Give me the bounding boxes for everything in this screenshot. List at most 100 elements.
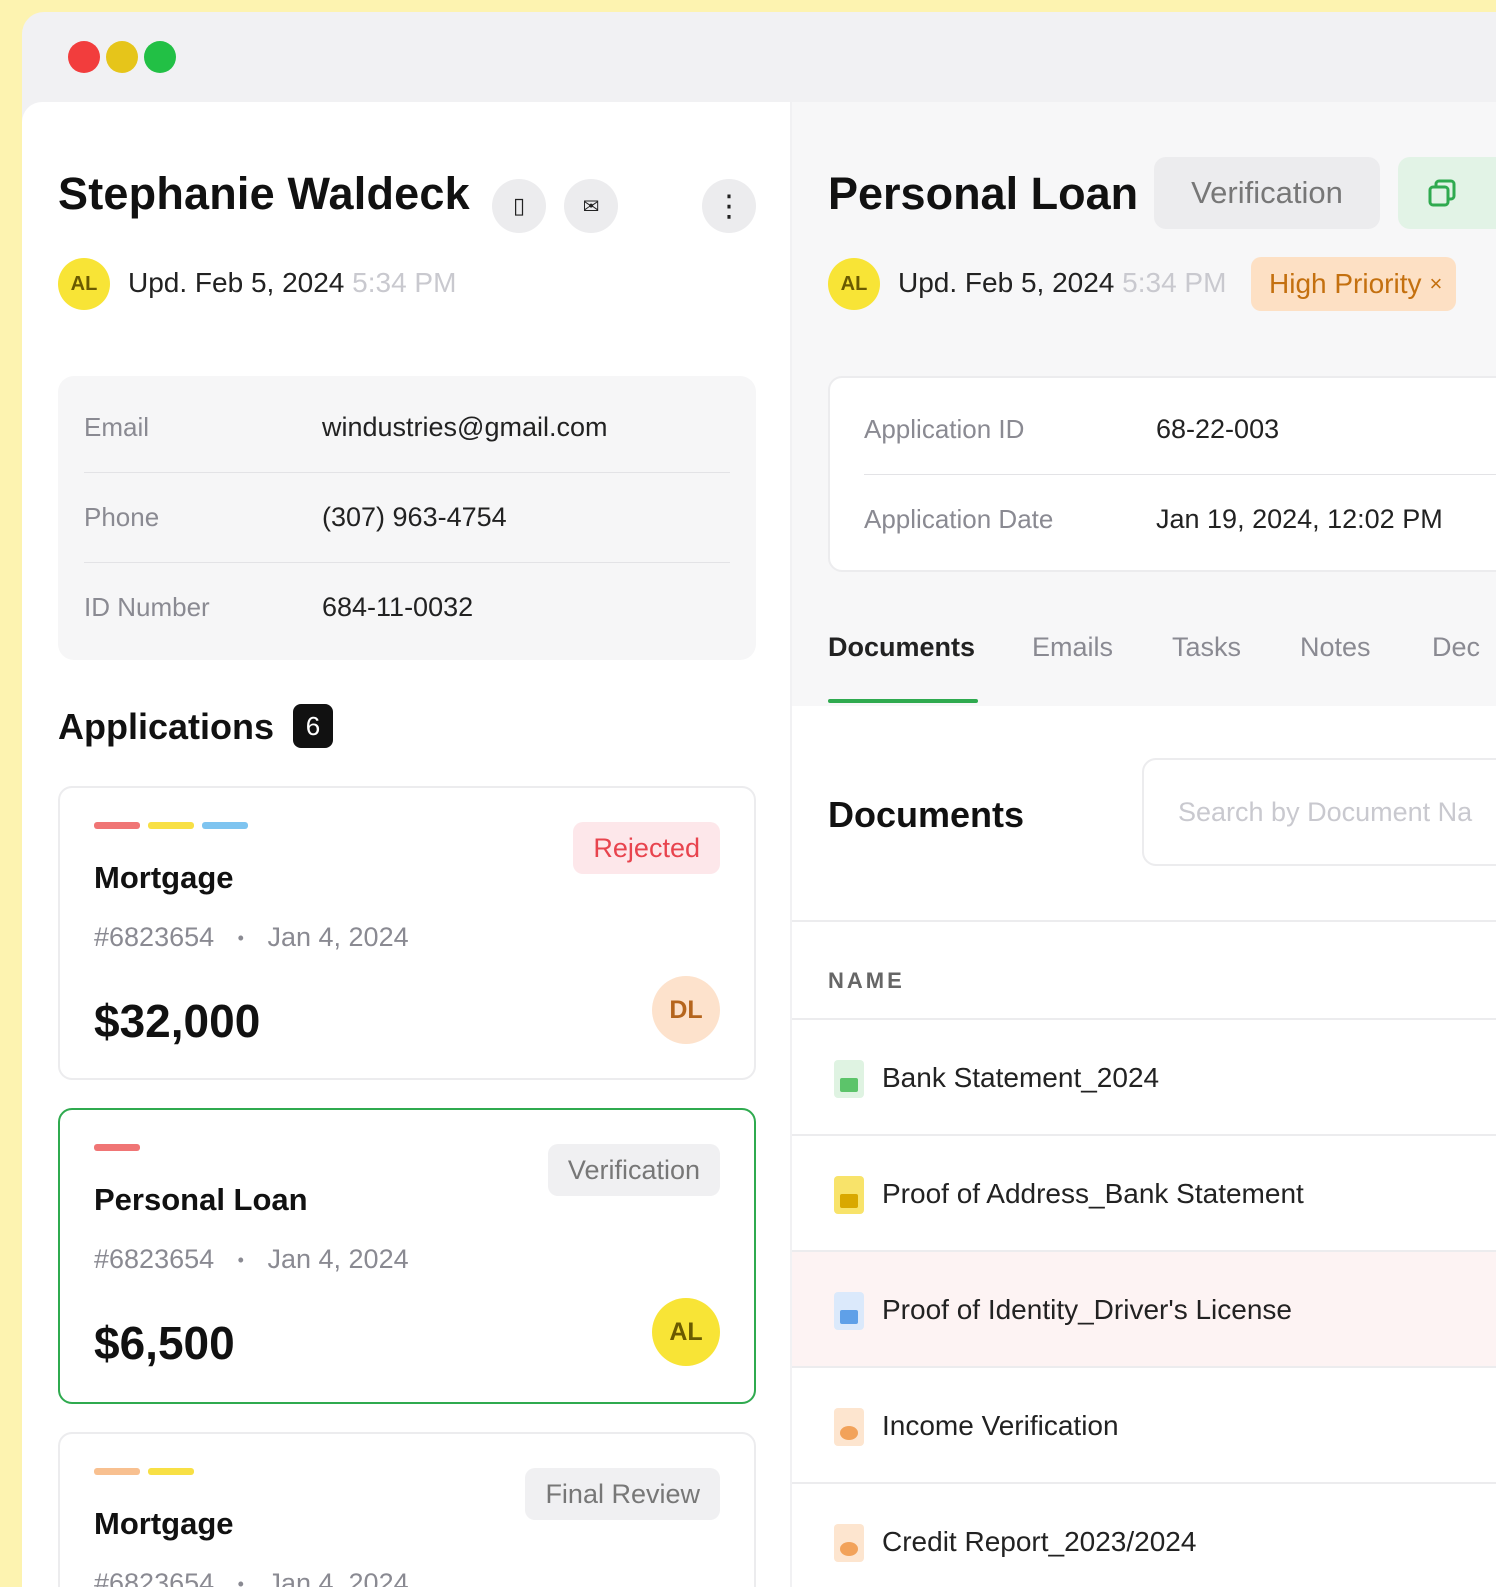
contact-row-email: Email windustries@gmail.com — [84, 376, 730, 466]
info-row-application-id: Application ID 68-22-003 — [864, 378, 1496, 468]
document-row[interactable]: Credit Report_2023/2024 — [792, 1482, 1496, 1587]
updated-date: Upd. Feb 5, 2024 — [898, 267, 1115, 298]
priority-label: High Priority — [1269, 268, 1422, 299]
status-badge: Rejected — [573, 822, 720, 874]
document-row[interactable]: Proof of Identity_Driver's License — [792, 1250, 1496, 1366]
application-meta: #6823654 • Jan 4, 2024 — [94, 922, 409, 953]
info-value: 68-22-003 — [1156, 414, 1280, 444]
spreadsheet-file-icon — [834, 1060, 864, 1098]
close-window-button[interactable] — [68, 41, 100, 73]
application-title: Mortgage — [94, 860, 234, 895]
pdf-file-icon — [834, 1524, 864, 1562]
stage-button[interactable]: Verification — [1154, 157, 1380, 229]
phone-icon: ▯ — [512, 193, 526, 219]
application-id: #6823654 — [94, 1568, 215, 1587]
customer-panel: Stephanie Waldeck ▯ ✉ ⋮ AL Upd. Feb 5, 2… — [22, 102, 790, 1587]
application-card-selected[interactable]: Personal Loan #6823654 • Jan 4, 2024 $6,… — [58, 1108, 756, 1404]
kebab-menu-icon: ⋮ — [714, 188, 744, 224]
application-date: Jan 4, 2024 — [267, 922, 409, 952]
document-name: Income Verification — [882, 1410, 1119, 1441]
maximize-window-button[interactable] — [144, 41, 176, 73]
copy-button[interactable] — [1398, 157, 1496, 229]
assignee-avatar: AL — [652, 1298, 720, 1366]
document-row[interactable]: Income Verification — [792, 1366, 1496, 1482]
document-search[interactable] — [1142, 758, 1496, 866]
assignee-avatar: DL — [652, 976, 720, 1044]
avatar: AL — [828, 258, 880, 310]
tab-notes[interactable]: Notes — [1300, 632, 1371, 663]
separator-dot: • — [237, 1250, 244, 1271]
avatar: AL — [58, 258, 110, 310]
contact-info-card: Email windustries@gmail.com Phone (307) … — [58, 376, 756, 660]
contact-value: 684-11-0032 — [322, 592, 474, 622]
application-detail-panel: Personal Loan Verification AL Upd. Feb 5… — [792, 102, 1496, 1587]
column-header-name[interactable]: NAME — [828, 968, 905, 994]
status-badge: Verification — [547, 1144, 720, 1196]
contact-label: Phone — [84, 502, 160, 532]
application-amount: $6,500 — [94, 1317, 235, 1369]
updated-time: 5:34 PM — [1122, 267, 1227, 298]
application-card[interactable]: Mortgage #6823654 • Jan 4, 2024 Final Re… — [58, 1432, 756, 1587]
document-name: Proof of Identity_Driver's License — [882, 1294, 1292, 1325]
text-file-icon — [834, 1292, 864, 1330]
title-bar — [22, 12, 1496, 102]
application-amount: $32,000 — [94, 995, 261, 1047]
image-file-icon — [834, 1176, 864, 1214]
contact-label: ID Number — [84, 592, 210, 622]
info-label: Application Date — [864, 504, 1054, 534]
tab-tasks[interactable]: Tasks — [1172, 632, 1241, 663]
tab-documents[interactable]: Documents — [828, 632, 975, 663]
updated-info: Upd. Feb 5, 2024 5:34 PM — [128, 267, 456, 299]
email-button[interactable]: ✉ — [564, 179, 618, 233]
application-meta: #6823654 • Jan 4, 2024 — [94, 1244, 409, 1275]
application-title: Mortgage — [94, 1506, 234, 1541]
application-id: #6823654 — [94, 922, 215, 952]
application-info-card: Application ID 68-22-003 Application Dat… — [828, 376, 1496, 572]
tag-bar — [202, 822, 248, 829]
applications-heading: Applications — [58, 706, 275, 747]
contact-row-id-number: ID Number 684-11-0032 — [84, 556, 730, 646]
table-divider — [792, 920, 1496, 922]
application-card[interactable]: Mortgage #6823654 • Jan 4, 2024 $32,000 … — [58, 786, 756, 1080]
contact-value: (307) 963-4754 — [322, 502, 507, 532]
documents-heading: Documents — [828, 794, 1025, 835]
app-window: Stephanie Waldeck ▯ ✉ ⋮ AL Upd. Feb 5, 2… — [22, 12, 1496, 1587]
tag-bar — [148, 822, 194, 829]
tag-bar — [148, 1468, 194, 1475]
application-id: #6823654 — [94, 1244, 215, 1274]
application-date: Jan 4, 2024 — [267, 1568, 409, 1587]
document-name: Proof of Address_Bank Statement — [882, 1178, 1304, 1209]
tag-bar — [94, 1468, 140, 1475]
info-row-application-date: Application Date Jan 19, 2024, 12:02 PM — [864, 468, 1496, 558]
mail-icon: ✉ — [582, 194, 600, 218]
updated-info: Upd. Feb 5, 2024 5:34 PM — [898, 267, 1226, 299]
contact-row-phone: Phone (307) 963-4754 — [84, 466, 730, 556]
info-label: Application ID — [864, 414, 1025, 444]
application-date: Jan 4, 2024 — [267, 1244, 409, 1274]
status-badge: Final Review — [525, 1468, 720, 1520]
phone-button[interactable]: ▯ — [492, 179, 546, 233]
document-row[interactable]: Proof of Address_Bank Statement — [792, 1134, 1496, 1250]
contact-value: windustries@gmail.com — [322, 412, 608, 442]
documents-section: Documents NAME Bank Statement_2024 Proof… — [792, 706, 1496, 1587]
contact-label: Email — [84, 412, 150, 442]
application-title: Personal Loan — [94, 1182, 308, 1217]
detail-title: Personal Loan — [828, 168, 1139, 219]
document-search-input[interactable] — [1178, 790, 1496, 834]
more-options-button[interactable]: ⋮ — [702, 179, 756, 233]
document-row[interactable]: Bank Statement_2024 — [792, 1018, 1496, 1134]
separator-dot: • — [237, 1574, 244, 1587]
tab-emails[interactable]: Emails — [1032, 632, 1113, 663]
application-meta: #6823654 • Jan 4, 2024 — [94, 1568, 409, 1587]
priority-tag[interactable]: High Priority × — [1251, 257, 1457, 311]
active-tab-indicator — [828, 699, 978, 703]
tag-bar — [94, 822, 140, 829]
updated-time: 5:34 PM — [352, 267, 457, 298]
document-name: Credit Report_2023/2024 — [882, 1526, 1197, 1557]
tag-bar — [94, 1144, 140, 1151]
remove-tag-icon[interactable]: × — [1429, 271, 1442, 297]
tab-decisions[interactable]: Dec — [1432, 632, 1480, 663]
minimize-window-button[interactable] — [106, 41, 138, 73]
copy-icon — [1428, 179, 1456, 207]
pdf-file-icon — [834, 1408, 864, 1446]
